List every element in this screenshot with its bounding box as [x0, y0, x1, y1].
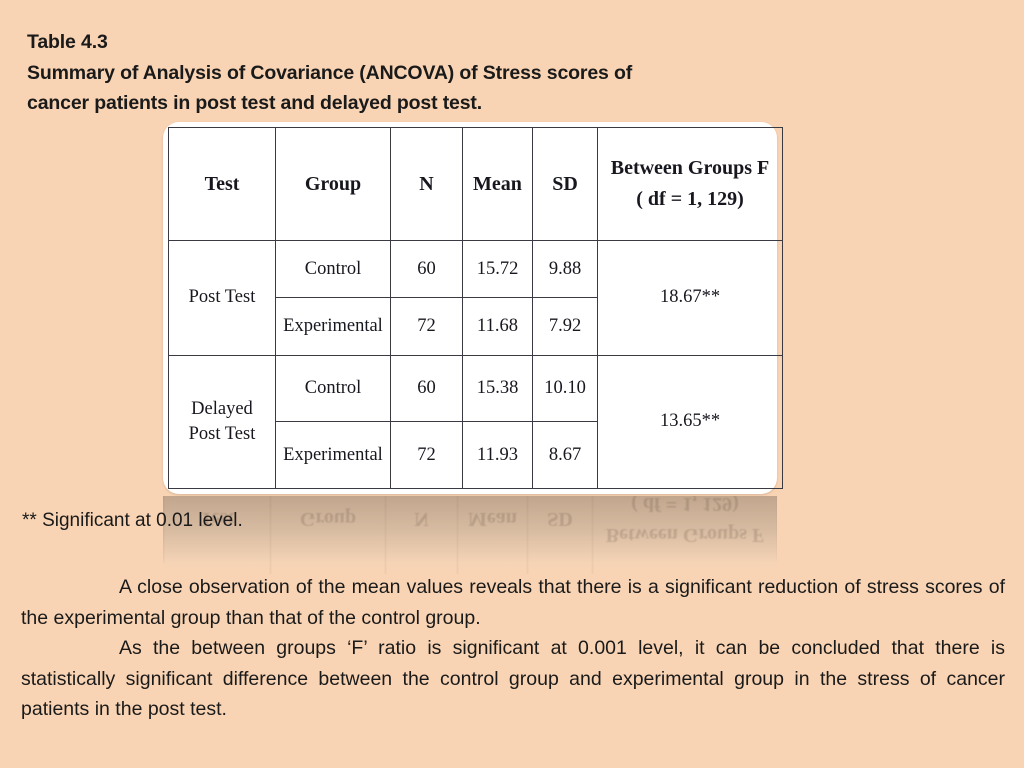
cell-f-value: 18.67** — [597, 240, 783, 356]
table-number-line: Table 4.3 — [27, 31, 108, 53]
cell-n: 60 — [390, 354, 463, 423]
cell-sd: 10.10 — [532, 354, 598, 423]
column-header-between-groups-f: Between Groups F ( df = 1, 129) — [597, 127, 783, 241]
cell-group: Experimental — [275, 297, 391, 356]
table-header: Test Group N Mean SD Between Groups F ( … — [168, 127, 783, 241]
column-header-test: Test — [168, 127, 276, 241]
body-paragraph-2: As the between groups ‘F’ ratio is signi… — [21, 633, 1005, 725]
ancova-table-reflection: Test Group N Mean SD Between Groups F ( … — [163, 496, 777, 574]
test-label-line-1: Delayed — [191, 399, 253, 419]
cell-group: Experimental — [275, 421, 391, 489]
reflect-f-line-1: Between Groups F — [605, 524, 765, 546]
cell-sd: 7.92 — [532, 297, 598, 356]
reflect-header-test: Test — [163, 496, 271, 574]
cell-mean: 11.93 — [462, 421, 533, 489]
cell-sd: 9.88 — [532, 239, 598, 299]
table-caption-line-1: Summary of Analysis of Covariance (ANCOV… — [27, 61, 633, 84]
cell-test-post-test: Post Test — [168, 240, 276, 356]
cell-n: 72 — [390, 297, 463, 356]
table-body: Post Test Control 60 15.72 9.88 18.67** … — [168, 239, 783, 490]
f-header-line-2: ( df = 1, 129) — [636, 188, 744, 210]
cell-group: Control — [275, 239, 391, 299]
reflect-header-group: Group — [270, 496, 386, 574]
cell-n: 60 — [390, 239, 463, 299]
column-header-n: N — [390, 127, 463, 241]
f-header-line-1: Between Groups F — [610, 157, 770, 179]
ancova-table: Test Group N Mean SD Between Groups F ( … — [168, 127, 783, 490]
column-header-sd: SD — [532, 127, 598, 241]
paragraph-1-text: A close observation of the mean values r… — [21, 576, 1005, 629]
reflect-header-sd: SD — [527, 496, 593, 574]
cell-mean: 11.68 — [462, 297, 533, 356]
slide-title-block: Table 4.3 Summary of Analysis of Covaria… — [27, 27, 927, 119]
table-reflection-mirror: Test Group N Mean SD Between Groups F ( … — [163, 496, 777, 574]
cell-mean: 15.72 — [462, 239, 533, 299]
cell-mean: 15.38 — [462, 354, 533, 423]
table-caption-line-2: cancer patients in post test and delayed… — [27, 92, 483, 114]
significance-footnote: ** Significant at 0.01 level. — [22, 510, 243, 531]
reflect-header-f: Between Groups F ( df = 1, 129) — [592, 496, 777, 574]
table-row: Delayed Post Test Control 60 15.38 10.10… — [168, 354, 783, 490]
test-label-line-2: Post Test — [188, 423, 256, 444]
body-text-block: A close observation of the mean values r… — [21, 572, 1005, 725]
cell-group: Control — [275, 354, 391, 423]
table-header-row: Test Group N Mean SD Between Groups F ( … — [168, 127, 783, 241]
cell-sd: 8.67 — [532, 421, 598, 489]
cell-n: 72 — [390, 421, 463, 489]
reflect-header-mean: Mean — [457, 496, 528, 574]
table-reflection: Test Group N Mean SD Between Groups F ( … — [163, 496, 777, 574]
column-header-group: Group — [275, 127, 391, 241]
cell-test-delayed-post-test: Delayed Post Test — [168, 354, 276, 490]
paragraph-2-text: As the between groups ‘F’ ratio is signi… — [21, 637, 1005, 720]
cell-f-value: 13.65** — [597, 354, 783, 490]
ancova-table-card: Test Group N Mean SD Between Groups F ( … — [163, 122, 783, 494]
body-paragraph-1: A close observation of the mean values r… — [21, 572, 1005, 633]
column-header-mean: Mean — [462, 127, 533, 241]
reflect-header-n: N — [385, 496, 458, 574]
reflect-f-line-2: ( df = 1, 129) — [631, 496, 739, 515]
table-row: Post Test Control 60 15.72 9.88 18.67** — [168, 239, 783, 356]
